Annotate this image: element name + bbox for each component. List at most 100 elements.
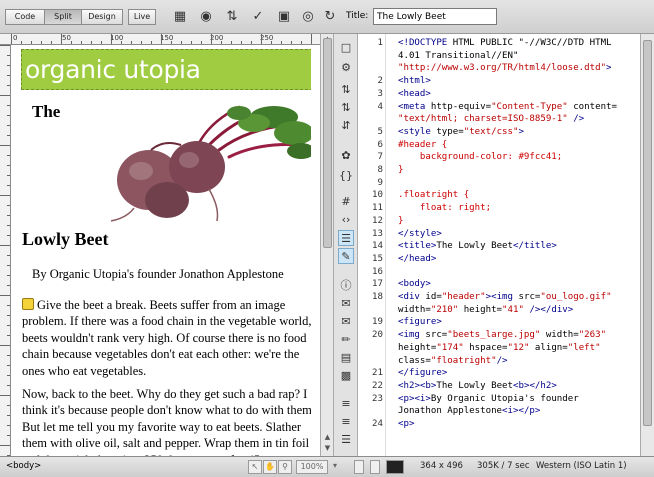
code-line[interactable]: 12} bbox=[358, 215, 640, 227]
code-line[interactable]: 13 </style> bbox=[358, 228, 640, 240]
code-line[interactable]: 19 <figure> bbox=[358, 316, 640, 328]
mobile-size-icon[interactable] bbox=[354, 460, 364, 474]
select-tool-icon[interactable]: ↖ bbox=[248, 460, 262, 474]
syntax-error-icon[interactable]: ☰ bbox=[338, 230, 354, 246]
apply-comment-icon[interactable]: ✉ bbox=[338, 296, 354, 312]
line-number: 20 bbox=[372, 330, 383, 341]
code-line[interactable]: 16 bbox=[358, 266, 640, 278]
desktop-size-icon[interactable] bbox=[386, 460, 404, 474]
code-line[interactable]: 22 <h2><b>The Lowly Beet<b></h2> bbox=[358, 380, 640, 392]
code-line[interactable]: 14 <title>The Lowly Beet</title> bbox=[358, 240, 640, 252]
format-source-icon[interactable]: ☰ bbox=[338, 432, 354, 448]
code-line[interactable]: height="174" hspace="12" align="left" bbox=[358, 342, 640, 354]
code-line[interactable]: 1 <!DOCTYPE HTML PUBLIC "-//W3C//DTD HTML bbox=[358, 37, 640, 49]
code-line[interactable]: 8} bbox=[358, 164, 640, 176]
code-scrollbar[interactable] bbox=[640, 34, 654, 456]
outdent-code-icon[interactable]: ≡ bbox=[338, 414, 354, 430]
multiscreen-icon[interactable]: ▦ bbox=[170, 7, 190, 27]
code-line[interactable]: "http://www.w3.org/TR/html4/loose.dtd"> bbox=[358, 62, 640, 74]
scroll-up-arrow-icon[interactable]: ▲ bbox=[322, 432, 333, 443]
ruler-tick bbox=[311, 34, 312, 44]
open-documents-icon[interactable]: □ bbox=[338, 40, 354, 56]
code-line[interactable]: 4.01 Transitional//EN" bbox=[358, 50, 640, 62]
scroll-down-arrow-icon[interactable]: ▼ bbox=[322, 443, 333, 454]
preview-globe-icon[interactable]: ◉ bbox=[196, 7, 216, 27]
code-text: <!DOCTYPE HTML PUBLIC "-//W3C//DTD HTML bbox=[398, 38, 612, 48]
line-number: 3 bbox=[377, 88, 383, 99]
hand-tool-icon[interactable]: ✋ bbox=[263, 460, 277, 474]
code-line[interactable]: 20 <img src="beets_large.jpg" width="263" bbox=[358, 329, 640, 341]
header-banner[interactable]: organic utopia bbox=[21, 49, 311, 90]
code-line[interactable]: 15 </head> bbox=[358, 253, 640, 265]
indent-code-icon[interactable]: ≡ bbox=[338, 396, 354, 412]
code-line[interactable]: 6 #header { bbox=[358, 139, 640, 151]
code-scroll-thumb[interactable] bbox=[643, 40, 652, 426]
move-css-icon[interactable]: ▩ bbox=[338, 368, 354, 384]
title-input[interactable] bbox=[373, 8, 497, 25]
zoom-dropdown-icon[interactable]: ▾ bbox=[330, 460, 340, 474]
split-view-button[interactable]: Split bbox=[44, 9, 82, 25]
tablet-size-icon[interactable] bbox=[370, 460, 380, 474]
recent-snippets-icon[interactable]: ▤ bbox=[338, 350, 354, 366]
tag-selector[interactable]: <body> bbox=[6, 461, 41, 471]
visual-aids-icon[interactable]: ◎ bbox=[298, 7, 318, 27]
refresh-icon[interactable]: ↻ bbox=[320, 7, 340, 27]
collapse-tag-icon[interactable]: ⇅ bbox=[338, 82, 354, 98]
code-line[interactable]: 3 <head> bbox=[358, 88, 640, 100]
code-line[interactable]: 23 <p><i>By Organic Utopia's founder bbox=[358, 393, 640, 405]
zoom-tool-icon[interactable]: ⚲ bbox=[278, 460, 292, 474]
code-view[interactable]: 1 <!DOCTYPE HTML PUBLIC "-//W3C//DTD HTML… bbox=[358, 34, 640, 456]
code-text: <html> bbox=[398, 76, 431, 87]
code-line[interactable]: "text/html; charset=ISO-8859-1" /> bbox=[358, 113, 640, 125]
code-line[interactable]: Jonathon Applestone<i></p> bbox=[358, 405, 640, 417]
beets-image[interactable] bbox=[89, 105, 311, 223]
balance-braces-icon[interactable]: {} bbox=[338, 168, 354, 184]
info-icon[interactable]: ⓘ bbox=[338, 278, 354, 294]
heading-lowly-beet: Lowly Beet bbox=[22, 229, 109, 249]
design-scroll-thumb[interactable] bbox=[323, 38, 332, 248]
code-line[interactable]: 2 <html> bbox=[358, 75, 640, 87]
code-text: <p> bbox=[398, 419, 415, 429]
script-marker-icon[interactable] bbox=[22, 298, 34, 310]
design-scrollbar[interactable]: ▲ ▲ ▼ bbox=[320, 34, 334, 456]
code-line[interactable]: 24 <p> bbox=[358, 418, 640, 430]
code-line[interactable]: 17 <body> bbox=[358, 278, 640, 290]
show-code-navigator-icon[interactable]: ⚙ bbox=[338, 60, 354, 76]
live-view-button[interactable]: Live bbox=[128, 9, 156, 25]
code-line[interactable]: 11 float: right; bbox=[358, 202, 640, 214]
collapse-selection-icon[interactable]: ⇅ bbox=[338, 100, 354, 116]
code-text: height="174" hspace="12" align="left" bbox=[398, 342, 601, 353]
wrap-tag-icon[interactable]: ✏ bbox=[338, 332, 354, 348]
expand-all-icon[interactable]: ⇵ bbox=[338, 118, 354, 134]
line-number: 17 bbox=[372, 279, 383, 290]
check-browser-icon[interactable]: ✓ bbox=[248, 7, 268, 27]
code-line[interactable]: 10 .floatright { bbox=[358, 189, 640, 201]
code-line[interactable]: 21 </figure> bbox=[358, 367, 640, 379]
code-line[interactable]: width="210" height="41" /></div> bbox=[358, 304, 640, 316]
code-line[interactable]: class="floatright"/> bbox=[358, 355, 640, 367]
zoom-select[interactable]: 100% bbox=[296, 460, 328, 474]
code-line[interactable]: 18 <div id="header"><img src="ou_logo.gif… bbox=[358, 291, 640, 303]
inspect-icon[interactable]: ▣ bbox=[274, 7, 294, 27]
design-view-button[interactable]: Design bbox=[81, 9, 123, 25]
highlight-invalid-icon[interactable]: ‹› bbox=[338, 212, 354, 228]
code-line[interactable]: 5 <style type="text/css"> bbox=[358, 126, 640, 138]
select-parent-tag-icon[interactable]: ✿ bbox=[338, 148, 354, 164]
code-text: <body> bbox=[398, 279, 431, 290]
code-line[interactable]: 9 bbox=[358, 177, 640, 189]
remove-comment-icon[interactable]: ✉ bbox=[338, 314, 354, 330]
line-numbers-icon[interactable]: # bbox=[338, 194, 354, 210]
line-number: 5 bbox=[377, 126, 383, 137]
paragraph-1-text: Give the beet a break. Beets suffer from… bbox=[22, 298, 311, 378]
code-line[interactable]: 7 background-color: #9fcc41; bbox=[358, 151, 640, 163]
code-line[interactable]: 4 <meta http-equiv="Content-Type" content… bbox=[358, 101, 640, 113]
word-wrap-icon[interactable]: ✎ bbox=[338, 248, 354, 264]
code-text: <style type="text/css"> bbox=[398, 126, 524, 137]
file-management-icon[interactable]: ⇅ bbox=[222, 7, 242, 27]
window-size[interactable]: 364 x 496 bbox=[420, 461, 463, 471]
ruler-tick bbox=[61, 34, 62, 44]
code-text: <img src="beets_large.jpg" width="263" bbox=[398, 330, 607, 341]
code-text: Jonathon Applestone<i></p> bbox=[398, 406, 541, 417]
design-view[interactable]: 0 50 100 150 200 250 organic utopia The bbox=[0, 34, 320, 456]
code-view-button[interactable]: Code bbox=[5, 9, 45, 25]
